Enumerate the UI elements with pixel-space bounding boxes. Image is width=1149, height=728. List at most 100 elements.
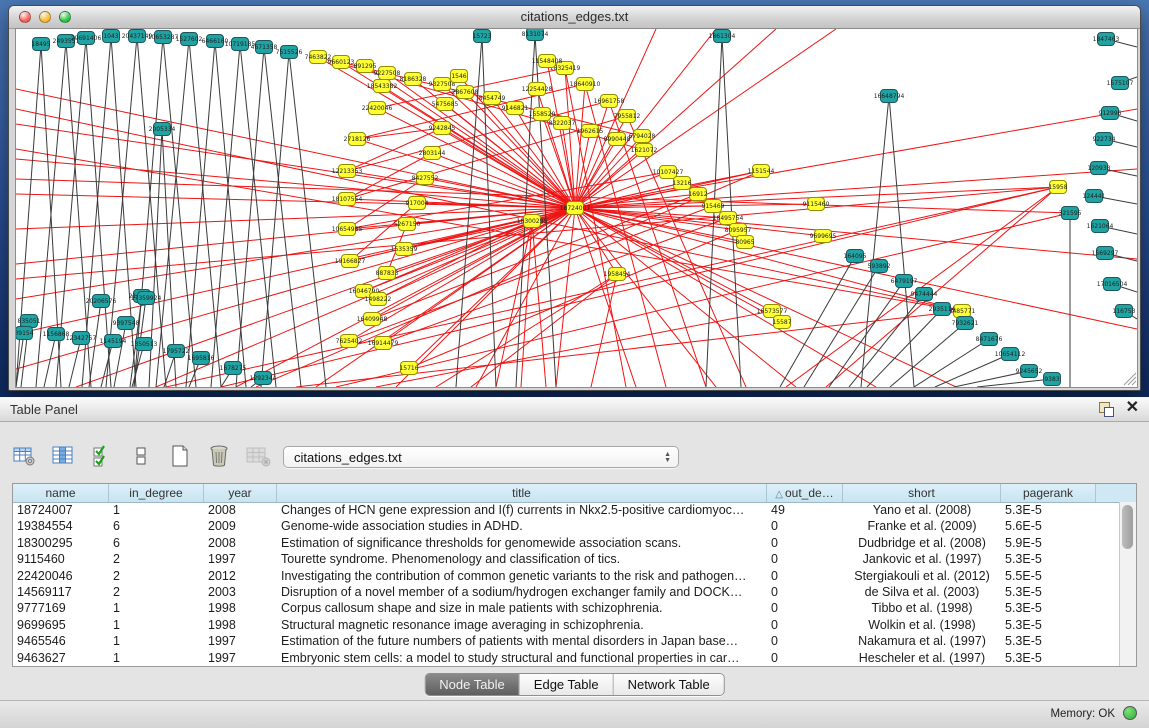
graph-node[interactable]: 1151544 bbox=[748, 165, 775, 178]
graph-node[interactable]: 12254428 bbox=[522, 83, 553, 96]
window-titlebar[interactable]: citations_edges.txt bbox=[9, 6, 1140, 29]
table-mode-icon[interactable] bbox=[10, 443, 38, 469]
column-header-short[interactable]: short bbox=[843, 484, 1001, 502]
table-row[interactable]: 977716911998Corpus callosum shape and si… bbox=[13, 600, 1120, 616]
graph-node[interactable]: 8131074 bbox=[522, 29, 549, 41]
graph-node[interactable]: 1145194 bbox=[100, 335, 127, 348]
delete-column-icon[interactable] bbox=[205, 443, 233, 469]
graph-node[interactable]: 124441 bbox=[1083, 190, 1106, 203]
column-header-name[interactable]: name bbox=[13, 484, 109, 502]
graph-node[interactable]: 7625402 bbox=[336, 335, 363, 348]
canvas-resize-grip[interactable] bbox=[1124, 373, 1136, 385]
graph-node[interactable]: 39154 bbox=[16, 327, 34, 340]
graph-node[interactable]: 164095 bbox=[844, 250, 867, 263]
graph-node[interactable]: 1695816 bbox=[188, 352, 215, 365]
network-graph[interactable]: 1872400789129592275081854338281863289327… bbox=[16, 29, 1137, 387]
graph-node[interactable]: 1575107 bbox=[1107, 77, 1134, 90]
rows-icon[interactable] bbox=[127, 443, 155, 469]
table-row[interactable]: 911546021997Tourette syndrome. Phenomeno… bbox=[13, 551, 1120, 567]
graph-node[interactable]: 9397548 bbox=[113, 317, 140, 330]
graph-node[interactable]: 8990448 bbox=[604, 133, 631, 146]
table-scrollbar[interactable] bbox=[1119, 502, 1136, 666]
graph-node[interactable]: 912996 bbox=[1099, 107, 1122, 120]
graph-node[interactable]: 16648794 bbox=[874, 90, 905, 103]
graph-node[interactable]: 7955812 bbox=[614, 110, 641, 123]
graph-node-label: 9383 bbox=[1044, 376, 1059, 383]
graph-node[interactable]: 16961758 bbox=[594, 95, 625, 108]
graph-node[interactable]: 9245652 bbox=[1016, 365, 1043, 378]
graph-node[interactable]: 835051 bbox=[18, 315, 41, 328]
tab-network-table[interactable]: Network Table bbox=[614, 674, 724, 695]
graph-node[interactable]: 20206576 bbox=[86, 295, 117, 308]
graph-node[interactable]: 13216 bbox=[672, 177, 691, 190]
graph-node[interactable]: 1795722 bbox=[163, 345, 190, 358]
graph-node[interactable]: 16912 bbox=[688, 188, 707, 201]
table-row[interactable]: 946554611997Estimation of the future num… bbox=[13, 633, 1120, 649]
table-row[interactable]: 1830029562008Estimation of significance … bbox=[13, 535, 1120, 551]
graph-node[interactable]: 887833 bbox=[376, 267, 399, 280]
delete-table-icon[interactable] bbox=[244, 443, 272, 469]
graph-node[interactable]: 15716 bbox=[399, 362, 418, 375]
float-panel-icon[interactable] bbox=[1098, 400, 1114, 416]
graph-node[interactable]: 922734 bbox=[1093, 133, 1116, 146]
graph-node[interactable]: 17016504 bbox=[1097, 278, 1128, 291]
graph-node[interactable]: 116753 bbox=[1113, 305, 1136, 318]
table-panel-header[interactable]: Table Panel ✕ bbox=[0, 397, 1149, 422]
graph-node[interactable]: 10653287 bbox=[148, 31, 179, 44]
graph-node[interactable]: 15587 bbox=[772, 316, 791, 329]
graph-node[interactable]: 1569297 bbox=[1092, 247, 1119, 260]
table-row[interactable]: 969969511998Structural magnetic resonanc… bbox=[13, 617, 1120, 633]
graph-node[interactable]: 1292344 bbox=[250, 372, 277, 385]
table-row[interactable]: 1456911722003Disruption of a novel membe… bbox=[13, 584, 1120, 600]
graph-node[interactable]: 9115460 bbox=[803, 198, 830, 211]
graph-node[interactable]: 8186328 bbox=[400, 73, 427, 86]
graph-node[interactable]: 915469 bbox=[702, 200, 725, 213]
graph-node[interactable]: 1958454 bbox=[604, 268, 631, 281]
graph-node[interactable]: 80965 bbox=[735, 236, 754, 249]
graph-node[interactable]: 7932621 bbox=[952, 317, 979, 330]
graph-node[interactable]: 1546 bbox=[451, 70, 468, 83]
row-select-icon[interactable] bbox=[88, 443, 116, 469]
column-header-title[interactable]: title bbox=[277, 484, 767, 502]
graph-node[interactable]: 1861304 bbox=[709, 30, 736, 43]
graph-node[interactable]: 18640910 bbox=[570, 78, 601, 91]
network-window[interactable]: citations_edges.txt 18724007891295922750… bbox=[8, 5, 1141, 391]
table-row[interactable]: 2242004622012Investigating the contribut… bbox=[13, 568, 1120, 584]
graph-node[interactable]: 1527602 bbox=[176, 33, 203, 46]
graph-node[interactable]: 15958 bbox=[1048, 181, 1067, 194]
tab-edge-table[interactable]: Edge Table bbox=[520, 674, 614, 695]
graph-node[interactable]: 8471676 bbox=[976, 333, 1003, 346]
graph-node[interactable]: 12342757 bbox=[66, 332, 97, 345]
column-header-pagerank[interactable]: pagerank bbox=[1001, 484, 1096, 502]
column-select-icon[interactable] bbox=[49, 443, 77, 469]
new-column-icon[interactable] bbox=[166, 443, 194, 469]
network-canvas[interactable]: 1872400789129592275081854338281863289327… bbox=[15, 28, 1138, 388]
column-header-in_degree[interactable]: in_degree bbox=[109, 484, 204, 502]
graph-node[interactable]: 1043 bbox=[103, 30, 120, 43]
column-header-out_de[interactable]: △out_de… bbox=[767, 484, 843, 502]
graph-node[interactable]: 22420046 bbox=[362, 102, 393, 115]
graph-node[interactable]: 120938 bbox=[1088, 162, 1111, 175]
graph-node[interactable]: 917004 bbox=[406, 197, 429, 210]
graph-node[interactable]: 7515526 bbox=[276, 46, 303, 59]
graph-node[interactable]: 1621064 bbox=[1087, 220, 1114, 233]
graph-node[interactable]: 9227508 bbox=[374, 67, 401, 80]
close-panel-icon[interactable]: ✕ bbox=[1126, 400, 1139, 416]
tab-node-table[interactable]: Node Table bbox=[425, 674, 520, 695]
graph-node[interactable]: 1678275 bbox=[220, 362, 247, 375]
graph-node[interactable]: 6794028 bbox=[629, 130, 656, 143]
table-scrollbar-thumb[interactable] bbox=[1122, 505, 1133, 549]
graph-node[interactable]: 1847463 bbox=[1093, 33, 1120, 46]
graph-node[interactable]: 10654985 bbox=[332, 223, 363, 236]
column-header-year[interactable]: year bbox=[204, 484, 277, 502]
graph-node[interactable]: 18495 bbox=[31, 38, 50, 51]
graph-node[interactable]: 593892 bbox=[868, 260, 891, 273]
table-select-dropdown[interactable]: citations_edges.txt ▲▼ bbox=[283, 446, 679, 468]
table-row[interactable]: 1872400712008Changes of HCN gene express… bbox=[13, 502, 1120, 518]
graph-node[interactable]: 321595 bbox=[1059, 207, 1082, 220]
table-row[interactable]: 1938455462009Genome-wide association stu… bbox=[13, 518, 1120, 534]
graph-node[interactable]: 2718126 bbox=[344, 133, 371, 146]
graph-node[interactable]: 15723 bbox=[472, 30, 491, 43]
graph-node[interactable]: 9383 bbox=[1044, 373, 1061, 386]
table-row[interactable]: 946362711997Embryonic stem cells: a mode… bbox=[13, 650, 1120, 666]
